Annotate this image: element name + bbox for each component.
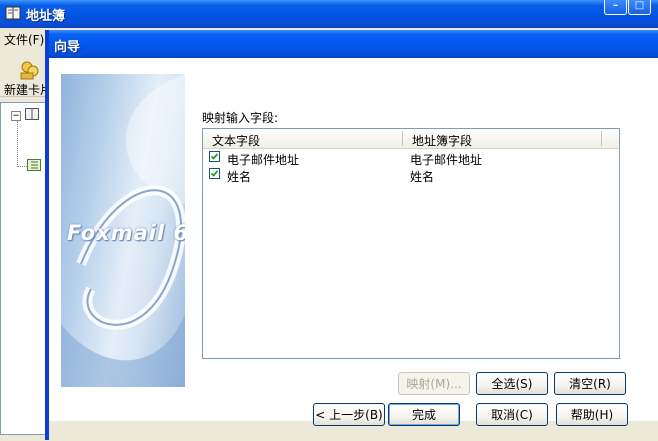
clear-button[interactable]: 清空(R) — [554, 372, 626, 395]
new-card-icon[interactable] — [18, 58, 40, 80]
field-mapping-list[interactable]: 文本字段 地址簿字段 电子邮件地址 电子邮件地址 姓名 姓名 — [202, 128, 620, 359]
wizard-banner-image: Foxmail 6 — [61, 74, 185, 387]
finish-button[interactable]: 完成 — [388, 403, 460, 426]
foxmail-logo-text: Foxmail 6 — [67, 221, 185, 245]
collapse-icon[interactable]: − — [11, 111, 21, 121]
menu-file[interactable]: 文件(F) — [4, 31, 44, 48]
list-item[interactable]: 电子邮件地址 电子邮件地址 — [203, 149, 619, 167]
address-field-cell: 姓名 — [410, 170, 435, 184]
contact-group-icon[interactable] — [27, 159, 41, 171]
folder-tree[interactable]: − — [0, 102, 46, 435]
list-header: 文本字段 地址簿字段 — [203, 129, 619, 149]
cancel-button[interactable]: 取消(C) — [476, 403, 548, 426]
minimize-icon[interactable]: – — [604, 0, 627, 15]
address-book-icon — [5, 6, 21, 20]
back-button[interactable]: < 上一步(B) — [313, 403, 385, 426]
main-window-title: 地址簿 — [26, 9, 66, 24]
tree-line — [17, 166, 27, 167]
select-all-button[interactable]: 全选(S) — [476, 372, 548, 395]
map-button[interactable]: 映射(M)... — [398, 372, 470, 395]
mapping-section-label: 映射输入字段: — [202, 111, 279, 125]
list-item[interactable]: 姓名 姓名 — [203, 166, 619, 184]
wizard-dialog: 向导 Foxmail 6 映射输入字段: 文本字段 地址簿字段 电子邮件地址 电… — [45, 30, 658, 441]
column-header-text-field[interactable]: 文本字段 — [212, 132, 260, 149]
maximize-icon[interactable]: □ — [628, 0, 651, 15]
column-divider[interactable] — [601, 131, 602, 146]
book-icon[interactable] — [25, 108, 39, 120]
main-window-titlebar: 地址簿 – □ — [0, 0, 658, 28]
row-checkbox[interactable] — [209, 168, 220, 179]
column-header-address-field[interactable]: 地址簿字段 — [412, 132, 472, 149]
dialog-body: Foxmail 6 映射输入字段: 文本字段 地址簿字段 电子邮件地址 电子邮件… — [49, 58, 658, 420]
dialog-titlebar[interactable]: 向导 — [49, 30, 658, 58]
row-checkbox[interactable] — [209, 151, 220, 162]
help-button[interactable]: 帮助(H) — [556, 403, 628, 426]
column-divider[interactable] — [402, 131, 403, 146]
tree-line — [17, 121, 18, 167]
dialog-title: 向导 — [54, 40, 81, 55]
text-field-cell: 姓名 — [227, 170, 252, 184]
